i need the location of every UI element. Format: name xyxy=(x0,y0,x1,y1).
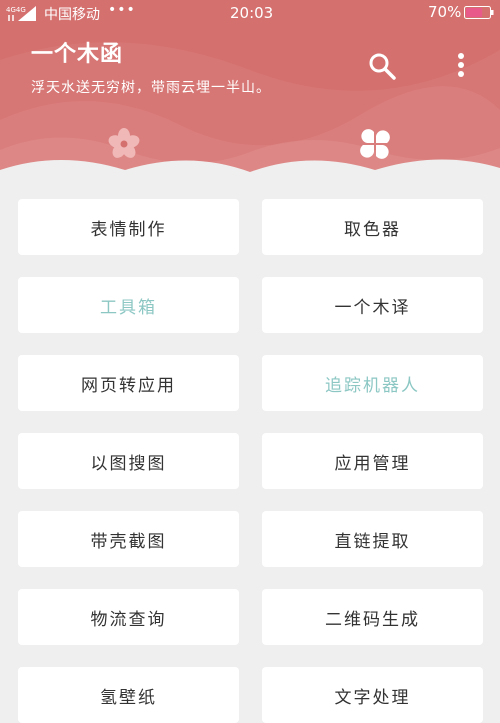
tool-card[interactable]: 工具箱 xyxy=(18,277,239,333)
tool-card[interactable]: 网页转应用 xyxy=(18,355,239,411)
tool-card[interactable]: 追踪机器人 xyxy=(262,355,483,411)
tool-card-label: 表情制作 xyxy=(90,219,167,240)
tool-card[interactable]: 氢壁纸 xyxy=(18,667,239,723)
tool-card-label: 文字处理 xyxy=(334,687,411,708)
tool-card[interactable]: 直链提取 xyxy=(262,511,483,567)
tool-grid: 表情制作 取色器 工具箱 一个木译 网页转应用 追踪机器人 以图搜图 应用管理 … xyxy=(0,0,500,723)
tool-card-label: 以图搜图 xyxy=(90,453,167,474)
tool-card[interactable]: 文字处理 xyxy=(262,667,483,723)
tool-card-label: 一个木译 xyxy=(334,297,411,318)
tool-card[interactable]: 一个木译 xyxy=(262,277,483,333)
tool-card[interactable]: 物流查询 xyxy=(18,589,239,645)
tool-card-label: 二维码生成 xyxy=(325,609,420,630)
tool-card-label: 网页转应用 xyxy=(81,375,176,396)
tool-card-label: 应用管理 xyxy=(334,453,411,474)
tool-card-label: 带壳截图 xyxy=(90,531,167,552)
tool-card[interactable]: 表情制作 xyxy=(18,199,239,255)
tool-card-label: 氢壁纸 xyxy=(100,687,157,708)
tool-card[interactable]: 以图搜图 xyxy=(18,433,239,489)
tool-card[interactable]: 取色器 xyxy=(262,199,483,255)
tool-card-label: 取色器 xyxy=(344,219,401,240)
tool-card-label: 直链提取 xyxy=(334,531,411,552)
tool-card-label: 追踪机器人 xyxy=(325,375,420,396)
tool-card-label: 物流查询 xyxy=(90,609,167,630)
tool-card[interactable]: 二维码生成 xyxy=(262,589,483,645)
tool-card[interactable]: 带壳截图 xyxy=(18,511,239,567)
tool-card-label: 工具箱 xyxy=(100,297,157,318)
tool-card[interactable]: 应用管理 xyxy=(262,433,483,489)
